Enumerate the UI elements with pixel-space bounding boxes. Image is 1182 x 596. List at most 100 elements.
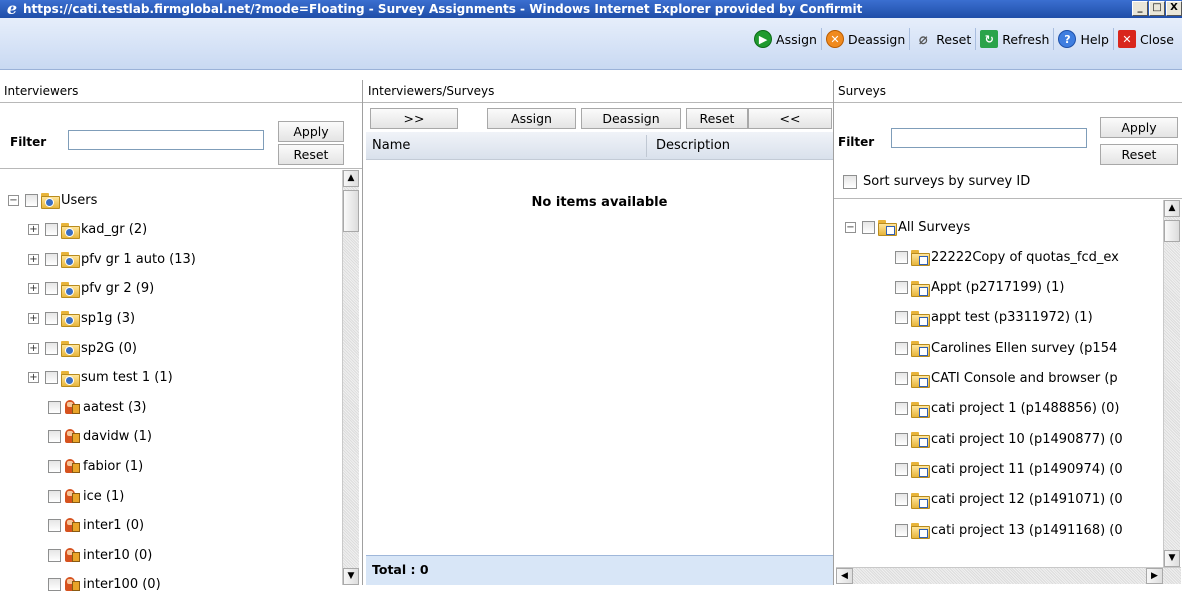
interviewer-tree-item[interactable]: fabior (1) xyxy=(48,455,143,477)
move-left-button[interactable]: << xyxy=(748,108,832,129)
interviewers-reset-button[interactable]: Reset xyxy=(278,144,344,165)
scroll-left-icon[interactable]: ◀ xyxy=(836,568,853,584)
row-checkbox[interactable] xyxy=(45,371,58,385)
survey-tree-item[interactable]: − All Surveys xyxy=(845,216,970,238)
collapse-icon[interactable]: − xyxy=(845,221,856,233)
scroll-up-icon[interactable]: ▲ xyxy=(1164,200,1180,217)
toolbar-close-button[interactable]: ✕ Close xyxy=(1114,28,1178,50)
toolbar-reset-button[interactable]: ⌀ Reset xyxy=(910,28,977,50)
column-description[interactable]: Description xyxy=(650,132,830,160)
maximize-button[interactable]: □ xyxy=(1149,1,1165,16)
row-checkbox[interactable] xyxy=(895,523,908,537)
interviewer-tree-item[interactable]: ice (1) xyxy=(48,485,124,507)
window-title-bar: e https://cati.testlab.firmglobal.net/?m… xyxy=(0,0,1182,18)
survey-folder-icon xyxy=(911,341,930,358)
expand-icon[interactable]: + xyxy=(28,253,39,265)
collapse-icon[interactable]: − xyxy=(8,194,19,206)
move-right-button[interactable]: >> xyxy=(370,108,458,129)
row-checkbox[interactable] xyxy=(895,432,908,446)
toolbar-help-button[interactable]: ? Help xyxy=(1054,28,1114,50)
survey-tree-item[interactable]: Appt (p2717199) (1) xyxy=(895,277,1064,299)
row-checkbox[interactable] xyxy=(895,341,908,355)
interviewer-user-icon xyxy=(64,488,81,504)
tree-item-label: Appt (p2717199) (1) xyxy=(931,280,1065,296)
interviewer-tree-item[interactable]: inter10 (0) xyxy=(48,544,152,566)
scroll-right-icon[interactable]: ▶ xyxy=(1146,568,1163,584)
scroll-down-icon[interactable]: ▼ xyxy=(1164,550,1180,567)
interviewer-tree-item[interactable]: + sp1g (3) xyxy=(28,307,135,329)
scroll-down-icon[interactable]: ▼ xyxy=(343,568,359,585)
interviewer-tree-item[interactable]: aatest (3) xyxy=(48,396,146,418)
sort-by-id-option[interactable]: Sort surveys by survey ID xyxy=(843,174,1030,189)
minimize-button[interactable]: _ xyxy=(1132,1,1148,16)
interviewer-tree-item[interactable]: + pfv gr 1 auto (13) xyxy=(28,248,196,270)
interviewer-user-icon xyxy=(64,518,81,533)
survey-tree-item[interactable]: cati project 1 (p1488856) (0) xyxy=(895,398,1119,420)
row-checkbox[interactable] xyxy=(48,430,61,444)
expand-icon[interactable]: + xyxy=(28,372,39,384)
row-checkbox[interactable] xyxy=(48,548,61,562)
scroll-thumb[interactable] xyxy=(343,190,359,232)
interviewer-tree-item[interactable]: davidw (1) xyxy=(48,426,152,448)
expand-icon[interactable]: + xyxy=(28,312,39,324)
reset-button[interactable]: Reset xyxy=(686,108,748,129)
survey-tree-item[interactable]: cati project 12 (p1491071) (0 xyxy=(895,489,1123,511)
row-checkbox[interactable] xyxy=(45,252,58,266)
surveys-reset-button[interactable]: Reset xyxy=(1100,144,1178,165)
interviewer-tree-item[interactable]: inter1 (0) xyxy=(48,515,144,537)
row-checkbox[interactable] xyxy=(895,402,908,416)
row-checkbox[interactable] xyxy=(25,193,38,207)
interviewers-filter-input[interactable] xyxy=(68,130,264,150)
interviewer-tree-item[interactable]: + pfv gr 2 (9) xyxy=(28,278,154,300)
expand-icon[interactable]: + xyxy=(28,342,39,354)
survey-folder-icon xyxy=(911,310,930,327)
toolbar-deassign-button[interactable]: ✕ Deassign xyxy=(822,28,911,50)
surveys-horizontal-scrollbar[interactable]: ◀ ▶ xyxy=(836,567,1181,584)
sort-by-id-checkbox[interactable] xyxy=(843,174,857,189)
row-checkbox[interactable] xyxy=(48,459,61,473)
row-checkbox[interactable] xyxy=(45,223,58,237)
tree-item-label: inter1 (0) xyxy=(83,518,145,534)
toolbar-assign-button[interactable]: ▶ Assign xyxy=(750,28,822,50)
interviewer-tree-item[interactable]: + sp2G (0) xyxy=(28,337,137,359)
row-checkbox[interactable] xyxy=(895,462,908,476)
survey-tree-item[interactable]: Carolines Ellen survey (p154 xyxy=(895,337,1117,359)
interviewer-tree-item[interactable]: + sum test 1 (1) xyxy=(28,367,173,389)
deassign-button[interactable]: Deassign xyxy=(581,108,681,129)
assign-button[interactable]: Assign xyxy=(487,108,576,129)
row-checkbox[interactable] xyxy=(895,311,908,325)
surveys-filter-input[interactable] xyxy=(891,128,1087,148)
column-name[interactable]: Name xyxy=(366,132,644,160)
survey-tree-item[interactable]: cati project 11 (p1490974) (0 xyxy=(895,458,1123,480)
row-checkbox[interactable] xyxy=(895,372,908,385)
row-checkbox[interactable] xyxy=(48,519,61,533)
window-close-button[interactable]: X xyxy=(1166,1,1182,16)
scroll-up-icon[interactable]: ▲ xyxy=(343,170,359,187)
scroll-thumb[interactable] xyxy=(1164,220,1180,242)
row-checkbox[interactable] xyxy=(895,493,908,507)
toolbar-refresh-label: Refresh xyxy=(1002,31,1050,47)
expand-icon[interactable]: + xyxy=(28,224,39,236)
row-checkbox[interactable] xyxy=(48,489,61,503)
interviewer-tree-item[interactable]: − Users xyxy=(8,189,97,211)
surveys-apply-button[interactable]: Apply xyxy=(1100,117,1178,138)
survey-tree-item[interactable]: cati project 10 (p1490877) (0 xyxy=(895,428,1123,450)
row-checkbox[interactable] xyxy=(862,220,875,234)
row-checkbox[interactable] xyxy=(45,282,58,296)
row-checkbox[interactable] xyxy=(45,341,58,355)
row-checkbox[interactable] xyxy=(895,281,908,295)
interviewer-tree-item[interactable]: + kad_gr (2) xyxy=(28,219,147,241)
row-checkbox[interactable] xyxy=(48,400,61,414)
expand-icon[interactable]: + xyxy=(28,283,39,295)
interviewers-apply-button[interactable]: Apply xyxy=(278,121,344,142)
survey-tree-item[interactable]: 22222Copy of quotas_fcd_ex xyxy=(895,246,1119,268)
survey-tree-item[interactable]: appt test (p3311972) (1) xyxy=(895,307,1093,329)
row-checkbox[interactable] xyxy=(895,250,908,264)
toolbar-refresh-button[interactable]: ↻ Refresh xyxy=(976,28,1055,50)
row-checkbox[interactable] xyxy=(45,311,58,325)
tree-item-label: sum test 1 (1) xyxy=(81,370,173,386)
surveys-scrollbar[interactable]: ▲ ▼ xyxy=(1163,200,1180,567)
interviewers-scrollbar[interactable]: ▲ ▼ xyxy=(342,170,359,585)
survey-tree-item[interactable]: cati project 13 (p1491168) (0 xyxy=(895,519,1123,541)
survey-tree-item[interactable]: CATI Console and browser (p xyxy=(895,368,1118,390)
